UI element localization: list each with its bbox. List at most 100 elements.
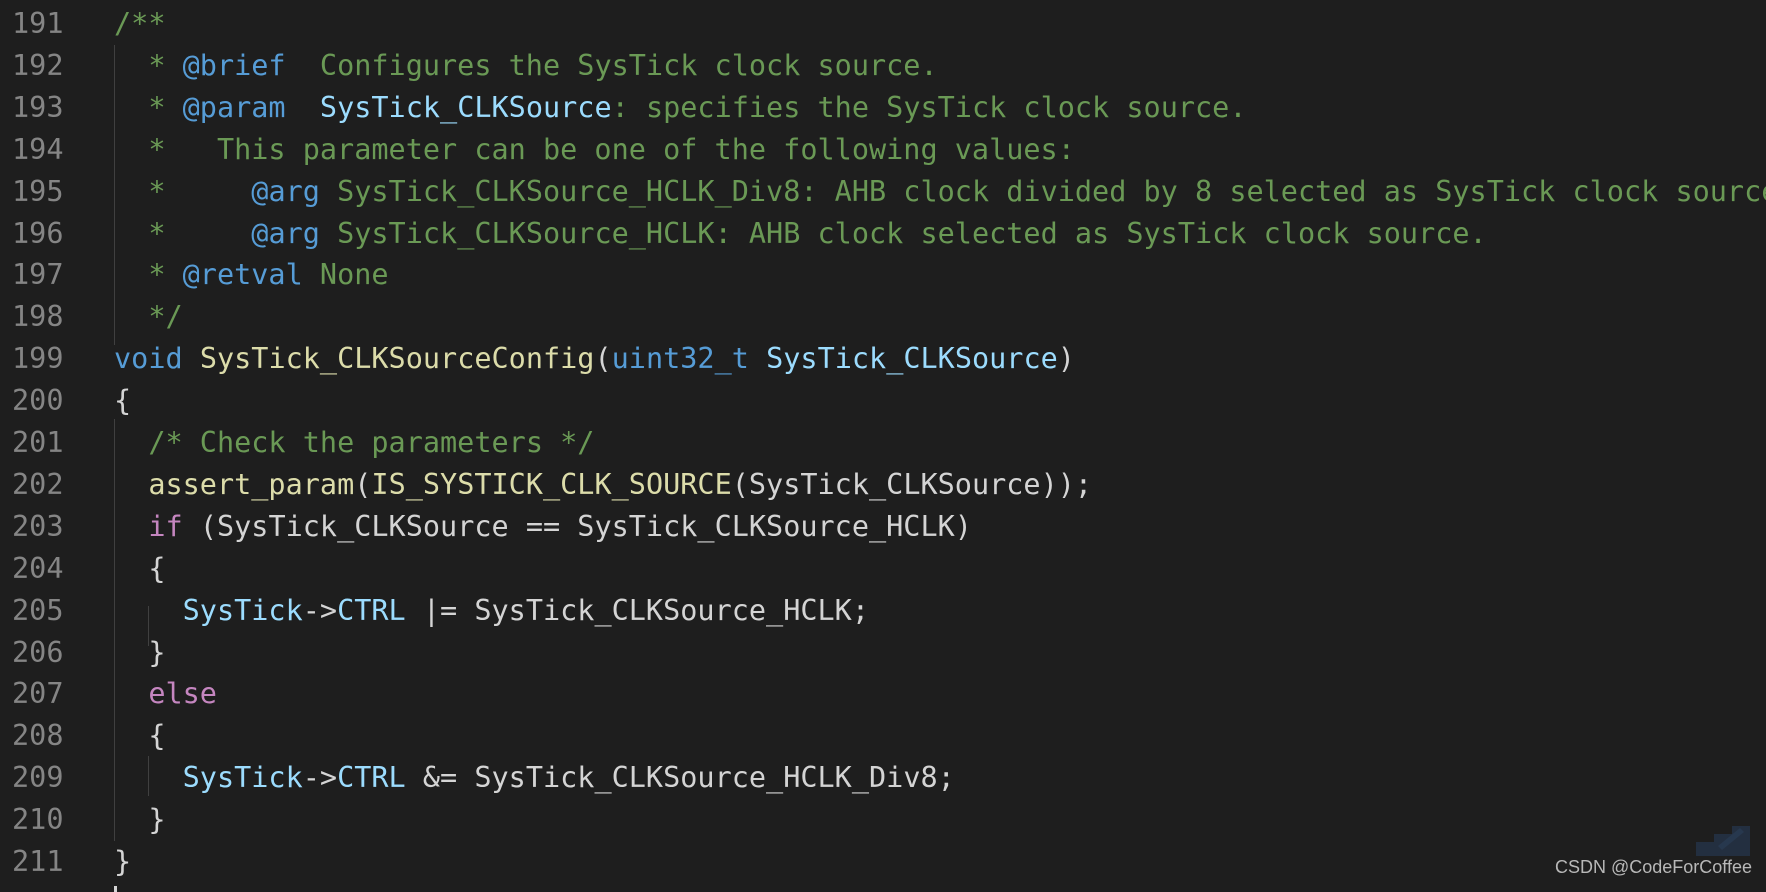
code-line[interactable]: 197 * @retval None <box>0 254 1766 296</box>
code-token-doctag: @brief <box>182 48 286 82</box>
code-line[interactable]: 206 } <box>0 632 1766 674</box>
code-token-control: else <box>148 677 217 711</box>
indent-guide-else-block <box>148 756 149 796</box>
code-token-plain: } <box>114 635 166 669</box>
line-code[interactable]: } <box>114 841 131 883</box>
code-line[interactable]: 207 else <box>0 673 1766 715</box>
code-token-comment: * <box>114 48 183 82</box>
line-code[interactable]: * @brief Configures the SysTick clock so… <box>114 45 938 87</box>
code-token-var: SysTick <box>182 593 303 627</box>
code-line[interactable]: 211} <box>0 841 1766 883</box>
line-number: 192 <box>12 48 64 82</box>
line-number: 201 <box>12 426 64 459</box>
code-token-comment: * This parameter can be one of the follo… <box>114 132 1075 166</box>
code-token-var: CTRL <box>337 593 406 627</box>
line-code[interactable]: /** <box>114 3 165 45</box>
line-code[interactable]: { <box>114 380 131 422</box>
code-token-plain: |= SysTick_CLKSource_HCLK; <box>405 593 869 627</box>
line-code[interactable]: } <box>114 799 165 841</box>
line-code[interactable]: SysTick->CTRL &= SysTick_CLKSource_HCLK_… <box>114 757 955 799</box>
code-line[interactable]: 200 { <box>0 380 1766 422</box>
code-token-comment: * <box>114 90 183 124</box>
code-token-plain: } <box>114 845 132 878</box>
code-line[interactable]: 195 * @arg SysTick_CLKSource_HCLK_Div8: … <box>0 171 1766 213</box>
line-code[interactable]: assert_param(IS_SYSTICK_CLK_SOURCE(SysTi… <box>114 464 1092 506</box>
code-token-comment: : specifies the SysTick clock source. <box>611 90 1247 124</box>
line-number: 197 <box>12 258 64 292</box>
code-token-comment: /** <box>114 7 166 40</box>
code-editor[interactable]: 191 /** 192 * @brief Configures the SysTic… <box>0 3 1766 892</box>
code-line[interactable]: 210 } <box>0 799 1766 841</box>
line-code[interactable]: * @arg SysTick_CLKSource_HCLK_Div8: AHB … <box>114 171 1766 213</box>
code-line[interactable]: 205 SysTick->CTRL |= SysTick_CLKSource_H… <box>0 590 1766 632</box>
code-line[interactable]: 193 * @param SysTick_CLKSource: specifie… <box>0 87 1766 129</box>
line-number: 196 <box>12 216 64 250</box>
code-token-plain: ( <box>354 467 372 501</box>
line-number: 207 <box>12 677 64 711</box>
code-token-comment: Configures the SysTick clock source. <box>285 48 938 82</box>
line-code[interactable]: /* Check the parameters */ <box>114 422 594 464</box>
code-token-param: SysTick_CLKSource <box>766 342 1058 376</box>
code-token-func: assert_param <box>148 467 355 501</box>
code-line[interactable]: 208 { <box>0 715 1766 757</box>
code-line[interactable]: 194 * This parameter can be one of the f… <box>0 129 1766 171</box>
line-number: 191 <box>12 7 64 40</box>
code-line[interactable]: 191 /** <box>0 3 1766 45</box>
line-number: 198 <box>12 300 64 334</box>
code-token-comment: SysTick_CLKSource_HCLK_Div8: AHB clock d… <box>319 174 1766 208</box>
code-line[interactable]: 203 if (SysTick_CLKSource == SysTick_CLK… <box>0 506 1766 548</box>
code-line[interactable]: 209 SysTick->CTRL &= SysTick_CLKSource_H… <box>0 757 1766 799</box>
code-token-doctag: @retval <box>182 258 303 292</box>
line-number: 193 <box>12 90 64 124</box>
line-code[interactable]: */ <box>114 296 182 338</box>
code-token-var: CTRL <box>337 761 406 795</box>
code-token-plain: ) <box>1057 342 1075 376</box>
line-code[interactable]: SysTick->CTRL |= SysTick_CLKSource_HCLK; <box>114 590 869 632</box>
line-code[interactable]: else <box>114 673 217 715</box>
line-code[interactable]: * @retval None <box>114 254 388 296</box>
code-line[interactable]: 198 */ <box>0 296 1766 338</box>
code-token-doctag: @param <box>182 90 286 124</box>
watermark-logo-icon <box>1696 826 1750 856</box>
indent-guide-doc-comment <box>114 45 115 345</box>
code-token-plain: &= SysTick_CLKSource_HCLK_Div8; <box>405 761 955 795</box>
code-token-plain: (SysTick_CLKSource)); <box>731 467 1093 501</box>
code-line[interactable]: 196 * @arg SysTick_CLKSource_HCLK: AHB c… <box>0 213 1766 255</box>
code-line[interactable]: 201 /* Check the parameters */ <box>0 422 1766 464</box>
code-token-plain: { <box>114 719 166 753</box>
line-number: 202 <box>12 467 64 501</box>
line-code[interactable]: * @param SysTick_CLKSource: specifies th… <box>114 87 1247 129</box>
line-code[interactable]: * This parameter can be one of the follo… <box>114 129 1075 171</box>
code-token-type: uint32_t <box>611 342 749 376</box>
code-token-comment: SysTick_CLKSource_HCLK: AHB clock select… <box>319 216 1487 250</box>
code-line[interactable]: 202 assert_param(IS_SYSTICK_CLK_SOURCE(S… <box>0 464 1766 506</box>
code-token-plain: { <box>114 551 166 585</box>
line-number: 211 <box>12 845 64 878</box>
line-code[interactable]: } <box>114 632 165 674</box>
indent-guide-if-block <box>148 606 149 646</box>
code-token-control: if <box>148 509 183 543</box>
code-token-func: SysTick_CLKSourceConfig <box>199 342 595 376</box>
code-line[interactable]: 199 void SysTick_CLKSourceConfig(uint32_t… <box>0 338 1766 380</box>
code-line[interactable]: 204 { <box>0 548 1766 590</box>
watermark-text: CSDN @CodeForCoffee <box>1554 857 1752 877</box>
code-token-var: SysTick <box>182 761 303 795</box>
line-code[interactable]: if (SysTick_CLKSource == SysTick_CLKSour… <box>114 506 972 548</box>
code-token-param: SysTick_CLKSource <box>319 90 612 124</box>
code-token-func: IS_SYSTICK_CLK_SOURCE <box>371 467 732 501</box>
line-number: 204 <box>12 551 64 585</box>
line-number: 200 <box>12 384 64 418</box>
line-number: 205 <box>12 593 64 627</box>
code-token-plain: ( <box>594 342 612 376</box>
code-token-keyword: void <box>114 342 183 376</box>
line-code[interactable]: { <box>114 548 165 590</box>
line-number: 194 <box>12 132 64 166</box>
line-code[interactable]: { <box>114 715 165 757</box>
line-code[interactable]: * @arg SysTick_CLKSource_HCLK: AHB clock… <box>114 213 1487 255</box>
line-code[interactable]: void SysTick_CLKSourceConfig(uint32_t Sy… <box>114 338 1075 380</box>
code-line[interactable]: 192 * @brief Configures the SysTick cloc… <box>0 45 1766 87</box>
